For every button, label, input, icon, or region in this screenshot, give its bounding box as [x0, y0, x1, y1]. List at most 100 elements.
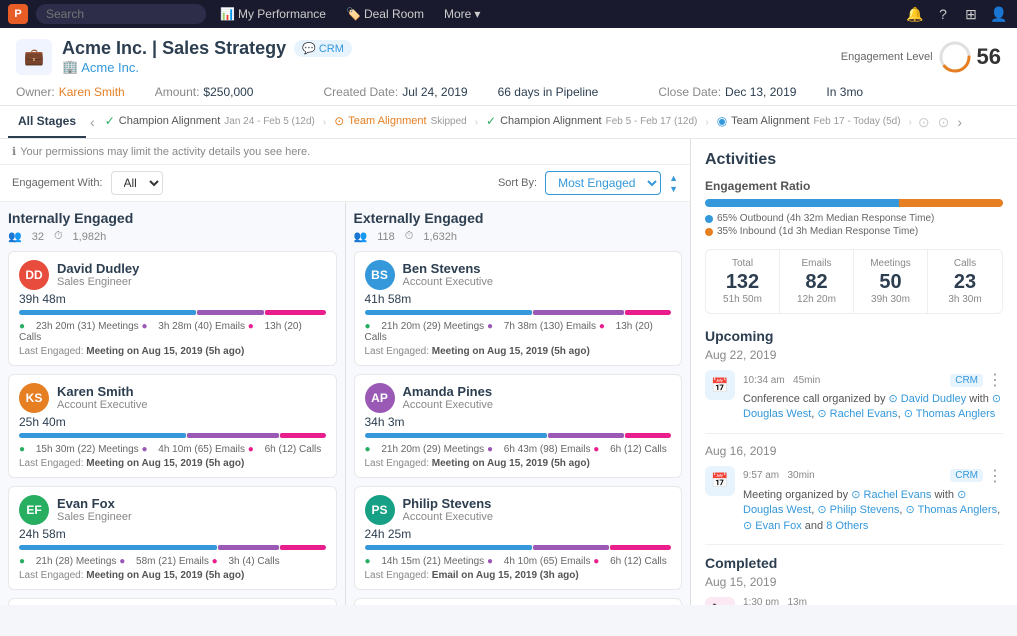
activity-meta-2: 9:57 am 30min CRM ⋮ — [743, 466, 1003, 486]
stage-prev[interactable]: ‹ — [86, 108, 99, 136]
people-icon: 👥 — [8, 230, 22, 243]
activity-meta-3: 1:30 pm 13m — [743, 597, 1003, 605]
externally-engaged-col: Externally Engaged 👥 118 ⏱ 1,632h BS Ben… — [346, 202, 691, 605]
deal-icon: 🏷️ — [346, 7, 361, 21]
avatar[interactable]: 👤 — [989, 4, 1009, 24]
engagement-bar — [19, 545, 326, 550]
more-options-button[interactable]: ⋮ — [987, 370, 1003, 390]
more-attendees-link[interactable]: 8 Others — [826, 520, 868, 532]
person-title: Account Executive — [403, 399, 494, 411]
skip-icon: ⊙ — [334, 114, 344, 128]
crm-badge: 💬 CRM — [294, 40, 352, 57]
activity-text-2: Meeting organized by ⊙ Rachel Evans with… — [743, 488, 1003, 534]
attendee-link-3[interactable]: ⊙ Philip Stevens — [817, 504, 899, 516]
person-name[interactable]: David Dudley — [57, 261, 139, 276]
attendee-link[interactable]: ⊙ Rachel Evans — [817, 408, 897, 420]
stat-total: Total 132 51h 50m — [706, 250, 780, 313]
info-icon: ℹ — [12, 145, 16, 158]
people-icon-ext: 👥 — [354, 230, 368, 243]
organizer-link-2[interactable]: ⊙ Rachel Evans — [851, 489, 931, 501]
person-time: 25h 40m — [19, 415, 326, 429]
more-options-button-2[interactable]: ⋮ — [987, 466, 1003, 486]
person-time: 41h 58m — [365, 292, 672, 306]
nav-deal-room[interactable]: 🏷️ Deal Room — [340, 7, 430, 21]
list-item: 📅 9:57 am 30min CRM ⋮ Meeting organized … — [705, 466, 1003, 545]
page-header: 💼 Acme Inc. | Sales Strategy 💬 CRM 🏢 Acm… — [0, 28, 1017, 106]
building-icon: 🏢 — [62, 59, 78, 75]
engagement-with-select[interactable]: All — [111, 171, 163, 195]
person-title: Account Executive — [403, 511, 494, 523]
stage-tab-2[interactable]: ⊙ Team Alignment Skipped — [328, 106, 472, 138]
top-nav: P 📊 My Performance 🏷️ Deal Room More ▾ 🔔… — [0, 0, 1017, 28]
list-item: 📞 1:30 pm 13m Call with Ben Stevens — [705, 597, 1003, 605]
list-item: AP Amanda Pines Account Executive 34h 3m — [354, 374, 683, 478]
tab-all-stages[interactable]: All Stages — [8, 106, 86, 138]
last-engaged: Last Engaged: Meeting on Aug 15, 2019 (5… — [365, 458, 672, 469]
person-name[interactable]: Ben Stevens — [403, 261, 494, 276]
stage-next[interactable]: › — [953, 108, 966, 136]
stage-tab-4[interactable]: ◉ Team Alignment Feb 17 - Today (5d) — [711, 106, 907, 138]
engagement-circle — [939, 41, 971, 73]
avatar: DD — [19, 260, 49, 290]
list-item: PS Philip Stevens Account Executive 24h … — [354, 486, 683, 590]
person-name[interactable]: Evan Fox — [57, 496, 132, 511]
engagement-bar — [365, 545, 672, 550]
avatar: BS — [365, 260, 395, 290]
attendee-link-5[interactable]: ⊙ Evan Fox — [743, 520, 802, 532]
stage-tab-1[interactable]: ✓ Champion Alignment Jan 24 - Feb 5 (12d… — [99, 106, 321, 138]
owner-value[interactable]: Karen Smith — [59, 85, 125, 99]
acme-link[interactable]: 🏢 Acme Inc. — [62, 59, 352, 75]
person-name[interactable]: Philip Stevens — [403, 496, 494, 511]
last-engaged: Last Engaged: Meeting on Aug 15, 2019 (5… — [19, 458, 326, 469]
attendee-link[interactable]: ⊙ Thomas Anglers — [904, 408, 996, 420]
stage-arrow: › — [321, 117, 328, 128]
aug16-date: Aug 16, 2019 — [705, 444, 1003, 458]
filter-controls: Engagement With: All Sort By: Most Engag… — [0, 165, 690, 202]
organizer-link[interactable]: ⊙ David Dudley — [889, 393, 967, 405]
person-metrics: ● 21h 20m (29) Meetings ● 7h 38m (130) E… — [365, 321, 672, 343]
outbound-dot — [705, 215, 713, 223]
avatar: PS — [365, 495, 395, 525]
list-item: 📅 10:34 am 45min CRM ⋮ Conference call o… — [705, 370, 1003, 434]
check-icon: ✓ — [105, 114, 115, 128]
engagement-columns: Internally Engaged 👥 32 ⏱ 1,982h DD Davi… — [0, 202, 690, 605]
person-name[interactable]: Amanda Pines — [403, 384, 494, 399]
person-name[interactable]: Karen Smith — [57, 384, 148, 399]
filter-bar: ℹ Your permissions may limit the activit… — [0, 139, 690, 165]
more-stages-2[interactable]: ⊙ — [934, 114, 954, 131]
right-panel: Activities Engagement Ratio 65% Outbound… — [690, 139, 1017, 605]
person-metrics: ● 15h 30m (22) Meetings ● 4h 10m (65) Em… — [19, 444, 326, 455]
apps-icon[interactable]: ⊞ — [961, 4, 981, 24]
stat-meetings: Meetings 50 39h 30m — [854, 250, 928, 313]
created-label: Created Date: — [323, 85, 398, 99]
nav-more[interactable]: More ▾ — [438, 7, 486, 21]
list-item: BS Ben Stevens Account Executive 41h 58m — [354, 251, 683, 366]
upcoming-date: Aug 22, 2019 — [705, 348, 1003, 362]
last-engaged: Last Engaged: Meeting on Aug 15, 2019 (5… — [19, 346, 326, 357]
externally-engaged-title: Externally Engaged — [354, 210, 683, 226]
person-metrics: ● 21h 20m (29) Meetings ● 6h 43m (98) Em… — [365, 444, 672, 455]
engagement-level: Engagement Level 56 — [841, 41, 1001, 73]
sort-toggle[interactable]: ▲ ▼ — [669, 173, 678, 194]
sort-by-select[interactable]: Most Engaged — [545, 171, 661, 195]
person-time: 39h 48m — [19, 292, 326, 306]
person-time: 24h 58m — [19, 527, 326, 541]
more-stages[interactable]: ⊙ — [914, 114, 934, 131]
permissions-notice: ℹ Your permissions may limit the activit… — [12, 145, 310, 158]
calendar-icon: 📅 — [705, 370, 735, 400]
stage-arrow-2: › — [473, 117, 480, 128]
attendee-link-4[interactable]: ⊙ Thomas Anglers — [906, 504, 998, 516]
stage-arrow-3: › — [703, 117, 710, 128]
avatar: KS — [19, 383, 49, 413]
notifications-icon[interactable]: 🔔 — [905, 4, 925, 24]
help-icon[interactable]: ? — [933, 4, 953, 24]
stage-tab-3[interactable]: ✓ Champion Alignment Feb 5 - Feb 17 (12d… — [480, 106, 703, 138]
internally-engaged-title: Internally Engaged — [8, 210, 337, 226]
last-engaged: Last Engaged: Email on Aug 15, 2019 (3h … — [365, 570, 672, 581]
engagement-bar — [365, 310, 672, 315]
search-input[interactable] — [36, 4, 206, 24]
nav-my-performance[interactable]: 📊 My Performance — [214, 7, 332, 21]
stat-emails: Emails 82 12h 20m — [780, 250, 854, 313]
externally-engaged-stats: 👥 118 ⏱ 1,632h — [354, 230, 683, 243]
crm-icon: 💬 — [302, 42, 316, 55]
